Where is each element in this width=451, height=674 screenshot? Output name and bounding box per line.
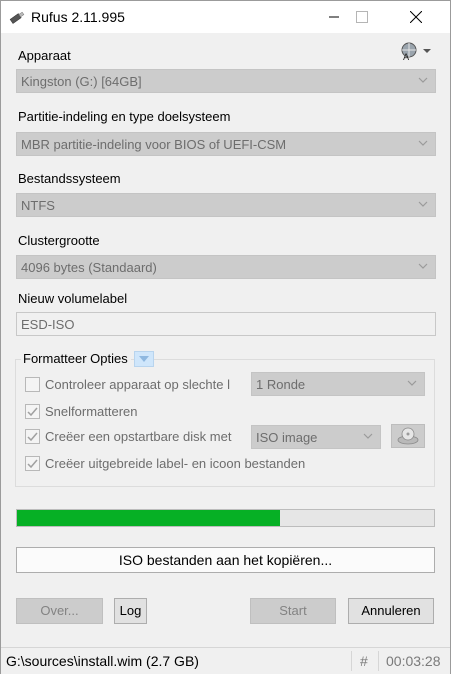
window-title: Rufus 2.11.995 xyxy=(31,9,125,25)
cluster-value: 4096 bytes (Standaard) xyxy=(21,260,157,275)
boot-type-value: ISO image xyxy=(256,430,318,445)
svg-text:A: A xyxy=(403,53,410,61)
volume-label-input[interactable]: ESD-ISO xyxy=(16,312,436,336)
bootable-checkbox[interactable] xyxy=(25,429,40,444)
disc-drive-icon xyxy=(397,427,419,445)
device-dropdown[interactable]: Kingston (G:) [64GB] xyxy=(16,69,436,93)
passes-dropdown[interactable]: 1 Ronde xyxy=(251,372,425,396)
chevron-down-icon xyxy=(418,263,428,269)
close-button[interactable] xyxy=(393,1,439,33)
status-bar: G:\sources\install.wim (2.7 GB) # 00:03:… xyxy=(1,647,450,674)
usb-drive-icon xyxy=(9,11,25,24)
format-options-title: Formatteer Opties xyxy=(21,351,131,366)
checkmark-icon xyxy=(27,432,38,442)
chevron-down-icon xyxy=(418,201,428,207)
language-button[interactable]: A xyxy=(399,41,433,63)
log-button[interactable]: Log xyxy=(114,598,147,624)
globe-language-icon: A xyxy=(401,42,431,63)
boot-type-dropdown[interactable]: ISO image xyxy=(251,425,381,449)
elapsed-time: 00:03:28 xyxy=(386,653,441,669)
status-text: ISO bestanden aan het kopiëren... xyxy=(16,547,435,573)
chevron-down-icon xyxy=(139,356,149,362)
filesystem-value: NTFS xyxy=(21,198,55,213)
rufus-window: Rufus 2.11.995 A Apparaat Kingston (G:) … xyxy=(0,0,451,674)
bootable-label: Creëer een opstartbare disk met xyxy=(45,429,232,444)
cancel-button[interactable]: Annuleren xyxy=(348,598,434,624)
passes-value: 1 Ronde xyxy=(256,377,306,392)
device-value: Kingston (G:) [64GB] xyxy=(21,74,142,89)
minimize-icon xyxy=(329,16,339,18)
chevron-down-icon xyxy=(363,433,373,439)
format-options-toggle[interactable] xyxy=(134,351,154,367)
partition-dropdown[interactable]: MBR partitie-indeling voor BIOS of UEFI-… xyxy=(16,132,436,156)
chevron-down-icon xyxy=(418,77,428,83)
maximize-icon xyxy=(356,11,368,23)
status-separator xyxy=(378,651,379,671)
hash-button[interactable]: # xyxy=(360,653,368,669)
progress-bar xyxy=(16,509,435,527)
checkmark-icon xyxy=(27,459,38,469)
extended-label-checkbox[interactable] xyxy=(25,456,40,471)
partition-label: Partitie-indeling en type doelsysteem xyxy=(18,109,231,124)
chevron-down-icon xyxy=(407,380,417,386)
volume-value: ESD-ISO xyxy=(21,317,75,332)
start-button[interactable]: Start xyxy=(250,598,336,624)
status-path: G:\sources\install.wim (2.7 GB) xyxy=(6,653,199,669)
filesystem-dropdown[interactable]: NTFS xyxy=(16,193,436,217)
filesystem-label: Bestandssysteem xyxy=(18,171,121,186)
device-label: Apparaat xyxy=(18,48,71,63)
progress-fill xyxy=(17,510,280,526)
select-iso-button[interactable] xyxy=(391,424,425,448)
cluster-dropdown[interactable]: 4096 bytes (Standaard) xyxy=(16,255,436,279)
checkmark-icon xyxy=(27,407,38,417)
about-button[interactable]: Over... xyxy=(16,598,103,624)
partition-value: MBR partitie-indeling voor BIOS of UEFI-… xyxy=(21,137,287,152)
cluster-label: Clustergrootte xyxy=(18,233,100,248)
check-bad-blocks-label: Controleer apparaat op slechte l xyxy=(45,377,231,392)
status-separator xyxy=(351,651,352,671)
maximize-button[interactable] xyxy=(339,1,385,33)
extended-label-text: Creëer uitgebreide label- en icoon besta… xyxy=(45,456,306,471)
title-bar: Rufus 2.11.995 xyxy=(1,1,450,33)
quick-format-checkbox[interactable] xyxy=(25,404,40,419)
quick-format-label: Snelformatteren xyxy=(45,404,138,419)
chevron-down-icon xyxy=(418,140,428,146)
close-icon xyxy=(410,11,422,23)
check-bad-blocks-checkbox[interactable] xyxy=(25,377,40,392)
volume-label: Nieuw volumelabel xyxy=(18,291,128,306)
